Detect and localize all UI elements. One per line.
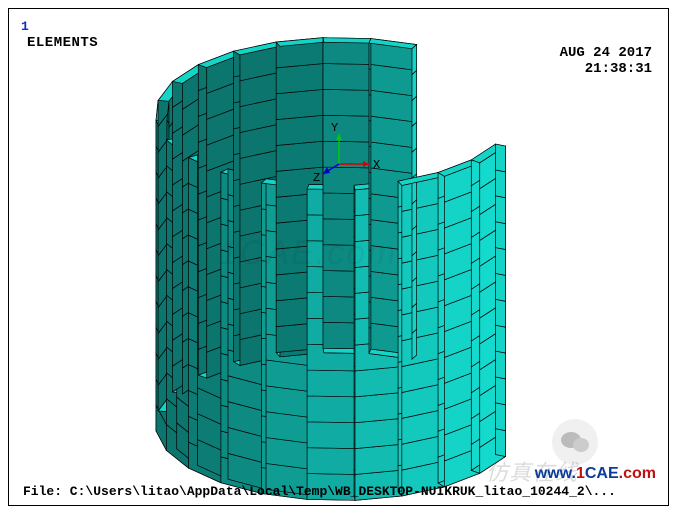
triad-z-label: Z xyxy=(313,171,320,185)
mesh-element xyxy=(412,303,417,333)
mesh-element xyxy=(355,418,402,448)
mesh-element xyxy=(412,45,417,75)
mesh-element xyxy=(412,252,417,282)
mesh-element xyxy=(496,170,506,198)
mesh-element xyxy=(276,64,323,94)
mesh-element xyxy=(412,70,417,100)
mesh-element xyxy=(412,148,417,178)
triad-y-label: Y xyxy=(331,121,338,135)
mesh-element xyxy=(496,429,506,457)
mesh-element xyxy=(412,200,417,230)
mesh-element xyxy=(412,122,417,152)
mesh-element xyxy=(496,377,506,405)
plot-frame: 1 ELEMENTS AUG 24 2017 21:38:31 X Y Z Fi… xyxy=(8,8,669,506)
mesh-element xyxy=(412,329,417,359)
mesh-element xyxy=(412,277,417,307)
file-path-line: File: C:\Users\litao\AppData\Local\Temp\… xyxy=(23,484,616,499)
mesh-element xyxy=(276,89,323,119)
mesh-element xyxy=(496,196,506,224)
mesh-viewport[interactable]: X Y Z xyxy=(9,9,670,507)
mesh-element xyxy=(412,96,417,126)
mesh-element xyxy=(355,444,402,474)
mesh-element xyxy=(307,448,355,475)
mesh-element xyxy=(496,299,506,327)
mesh-element xyxy=(496,222,506,250)
mesh-element xyxy=(496,403,506,431)
mesh-element xyxy=(323,89,371,116)
mesh-element xyxy=(307,396,355,423)
mesh-element xyxy=(276,141,323,171)
triad-x-label: X xyxy=(373,158,380,172)
mesh-element xyxy=(412,226,417,256)
mesh-element xyxy=(496,144,506,172)
mesh-element xyxy=(307,370,355,397)
mesh-element xyxy=(496,325,506,353)
mesh-element xyxy=(355,367,402,397)
mesh-element xyxy=(355,393,402,423)
mesh-element xyxy=(307,422,355,449)
mesh-element xyxy=(323,64,371,91)
mesh-element xyxy=(496,351,506,379)
mesh-element xyxy=(276,115,323,145)
mesh-element xyxy=(496,273,506,301)
mesh-element xyxy=(496,248,506,276)
mesh-element xyxy=(323,38,371,43)
